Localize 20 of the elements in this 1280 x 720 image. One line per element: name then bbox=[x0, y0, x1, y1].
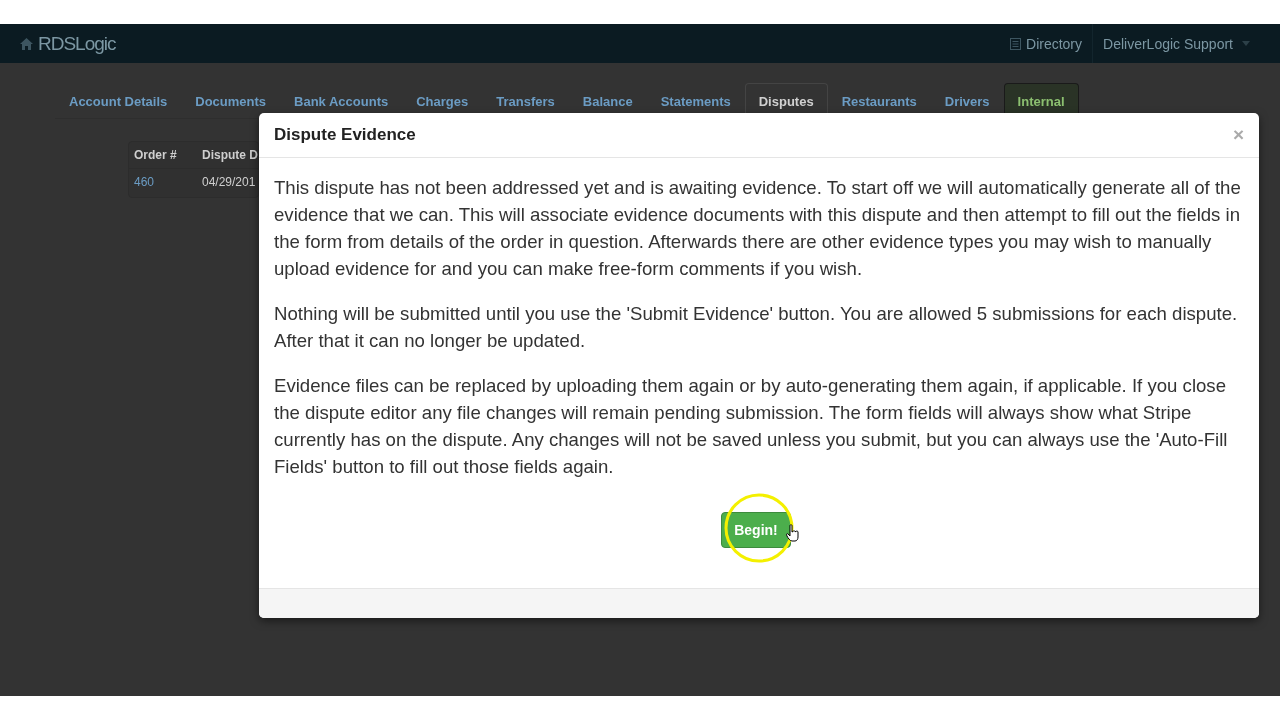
paragraph: This dispute has not been addressed yet and is awaiting evidence. To start off we will automatically generate all of the evidence that we can. This will associate evidence documents with this dispute and then attempt to fill out the fields in the form from details of the order in question. Afterwards there are other evidence types you may wish to manually upload evidence for and you can make free-form comments if you wish. bbox=[274, 176, 1241, 281]
tab[interactable]: Documents bbox=[181, 83, 281, 118]
home-icon bbox=[20, 37, 33, 50]
table-cell-text: 04/29/201 bbox=[201, 174, 257, 191]
highlight-circle bbox=[724, 493, 794, 563]
nav-link[interactable]: DeliverLogic Support bbox=[1092, 24, 1260, 63]
begin-button[interactable]: Begin! bbox=[721, 512, 791, 548]
caret-icon bbox=[1242, 41, 1250, 46]
column-header: Order # bbox=[129, 142, 197, 169]
tab[interactable]: Account Details bbox=[55, 83, 182, 118]
order-link[interactable]: 460 bbox=[129, 169, 197, 197]
paragraph: Evidence files can be replaced by uploading them again or by auto-generating them again, if applicable. If you close the dispute editor any file changes will remain pending submission. The form fields will always show what Stripe currently has on the dispute. Any changes will not be saved unless you submit, but you can always use the 'Auto-Fill Fields' button to fill out those fields again. bbox=[274, 374, 1229, 479]
brand-link[interactable]: RDSLogic bbox=[38, 32, 116, 55]
nav-link[interactable]: Directory bbox=[1000, 24, 1093, 63]
paragraph: Nothing will be submitted until you use the 'Submit Evidence' button. You are allowed 5 submissions for each dispute. After that it can no longer be updated. bbox=[274, 302, 1239, 353]
column-header: Dispute D bbox=[197, 142, 258, 169]
cursor-icon bbox=[786, 524, 800, 542]
list-icon bbox=[1010, 37, 1021, 50]
close-button[interactable]: × bbox=[1232, 124, 1244, 146]
modal-title: Dispute Evidence bbox=[274, 125, 416, 145]
